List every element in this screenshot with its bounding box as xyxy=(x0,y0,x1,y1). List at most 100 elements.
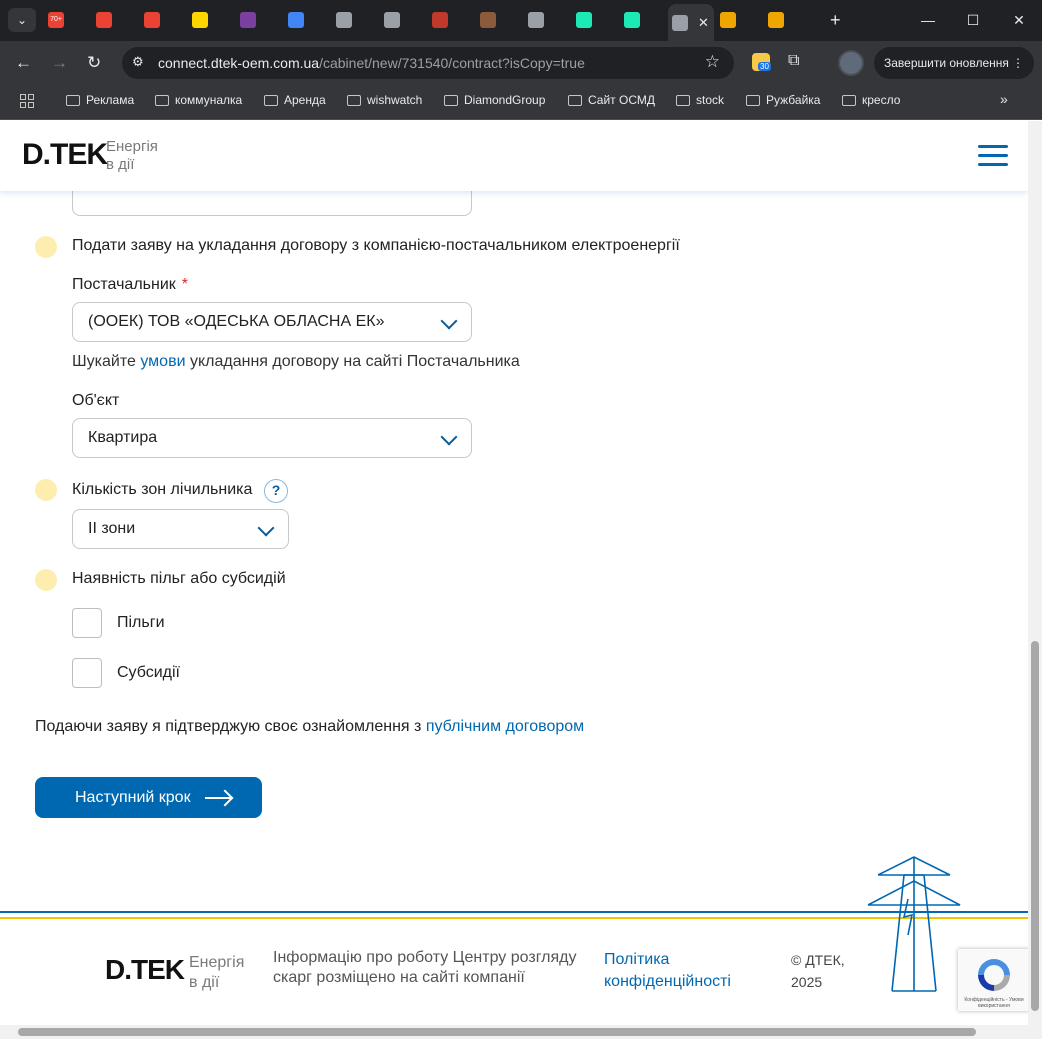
browser-tab[interactable]: ✕ xyxy=(668,4,714,41)
zones-label: Кількість зон лічильника xyxy=(72,481,253,498)
browser-tab-bar: ⌄ 70+ ✕ + — ☐ ✕ xyxy=(0,0,1042,41)
update-button[interactable]: Завершити оновлення ⋮ xyxy=(874,47,1034,79)
menu-dots-icon[interactable]: ⋮ xyxy=(1012,47,1024,79)
bookmark-folder[interactable]: wishwatch xyxy=(347,93,422,107)
object-select[interactable]: Квартира xyxy=(72,418,472,458)
step-marker xyxy=(35,236,57,258)
privacy-line2: конфіденційності xyxy=(604,973,731,990)
extension-icon[interactable]: 30 xyxy=(752,53,771,71)
tab-search-button[interactable]: ⌄ xyxy=(8,8,36,32)
terms-prefix: Шукайте xyxy=(72,353,136,370)
browser-tab[interactable] xyxy=(620,8,666,32)
bookmark-folder[interactable]: Ружбайка xyxy=(746,93,820,107)
step-marker xyxy=(35,569,57,591)
maximize-button[interactable]: ☐ xyxy=(950,0,996,41)
bookmark-folder[interactable]: кресло xyxy=(842,93,900,107)
arrow-right-icon xyxy=(204,796,231,799)
next-step-button[interactable]: Наступний крок xyxy=(35,777,262,818)
browser-tab[interactable] xyxy=(284,8,330,32)
forward-icon[interactable]: → xyxy=(51,53,68,73)
footer-tagline-line2: в дії xyxy=(189,974,220,991)
address-bar[interactable]: ⚙ connect.dtek-oem.com.ua/cabinet/new/73… xyxy=(122,47,734,79)
agreement-text: Подаючи заяву я підтверджую своє ознайом… xyxy=(35,718,584,736)
object-label: Об'єкт xyxy=(72,392,120,409)
tab-favicon-icon: 70+ xyxy=(48,12,64,28)
browser-tab[interactable] xyxy=(92,8,138,32)
bookmark-label: stock xyxy=(696,93,725,107)
supplier-select[interactable]: (ООЕК) ТОВ «ОДЕСЬКА ОБЛАСНА ЕК» xyxy=(72,302,472,342)
close-tab-icon[interactable]: ✕ xyxy=(698,15,709,31)
browser-tab[interactable] xyxy=(524,8,570,32)
extensions-puzzle-icon[interactable]: ⧉ xyxy=(788,52,799,70)
benefit-checkbox-label[interactable]: Пільги xyxy=(117,614,165,632)
terms-link[interactable]: умови xyxy=(140,353,185,370)
close-window-button[interactable]: ✕ xyxy=(996,0,1042,41)
browser-tab[interactable] xyxy=(428,8,474,32)
copyright-line1: © ДТЕК, xyxy=(791,952,845,968)
browser-tab[interactable] xyxy=(476,8,522,32)
bookmark-folder[interactable]: Аренда xyxy=(264,93,326,107)
subsidy-checkbox[interactable] xyxy=(72,658,102,688)
subsidy-checkbox-label[interactable]: Субсидії xyxy=(117,664,180,682)
browser-tab[interactable] xyxy=(140,8,186,32)
browser-tab[interactable] xyxy=(764,8,810,32)
tab-favicon-icon xyxy=(288,12,304,28)
browser-tab[interactable] xyxy=(716,8,762,32)
bookmark-folder[interactable]: Сайт ОСМД xyxy=(568,93,655,107)
vertical-scroll-thumb[interactable] xyxy=(1031,641,1039,1011)
bookmarks-overflow-icon[interactable]: » xyxy=(1000,91,1008,107)
recaptcha-icon xyxy=(978,959,1010,991)
bookmark-folder[interactable]: коммуналка xyxy=(155,93,242,107)
browser-tab[interactable] xyxy=(572,8,618,32)
bookmark-label: Сайт ОСМД xyxy=(588,93,655,107)
browser-tab[interactable] xyxy=(188,8,234,32)
bookmark-star-icon[interactable]: ☆ xyxy=(705,52,720,72)
minimize-button[interactable]: — xyxy=(905,0,951,41)
tab-favicon-icon xyxy=(144,12,160,28)
folder-icon xyxy=(746,94,760,106)
folder-icon xyxy=(347,94,361,106)
required-asterisk: * xyxy=(181,276,189,293)
bookmark-folder[interactable]: stock xyxy=(676,93,724,107)
supplier-label: Постачальник * xyxy=(72,276,188,294)
next-step-button-label: Наступний крок xyxy=(75,788,191,806)
vertical-scrollbar[interactable] xyxy=(1028,121,1042,1025)
site-info-icon[interactable]: ⚙ xyxy=(132,54,144,70)
help-icon[interactable]: ? xyxy=(264,479,288,503)
apps-grid-icon[interactable] xyxy=(20,94,34,108)
recaptcha-text: Конфіденційність - Умови використання xyxy=(964,997,1024,1009)
public-contract-link[interactable]: публічним договором xyxy=(426,718,584,735)
benefits-label: Наявність пільг або субсидій xyxy=(72,570,286,587)
bookmark-folder[interactable]: DiamondGroup xyxy=(444,93,545,107)
zones-select-value: ІІ зони xyxy=(88,520,136,537)
privacy-line1: Політика xyxy=(604,951,670,968)
complaints-info-line2: скарг розміщено на сайті компанії xyxy=(273,969,525,986)
browser-tab[interactable]: 70+ xyxy=(44,8,90,32)
bookmark-label: Реклама xyxy=(86,93,135,107)
profile-avatar[interactable] xyxy=(838,50,864,76)
browser-tab[interactable] xyxy=(236,8,282,32)
chevron-down-icon xyxy=(440,428,458,446)
browser-tab[interactable] xyxy=(380,8,426,32)
dtek-logo[interactable]: D.TEK xyxy=(22,138,108,172)
footer-logo-tagline: Енергія в дії xyxy=(189,953,244,993)
recaptcha-badge[interactable]: Конфіденційність - Умови використання xyxy=(958,949,1028,1011)
bookmark-folder[interactable]: Реклама xyxy=(66,93,134,107)
footer-dtek-logo[interactable]: D.TEK xyxy=(105,954,185,986)
new-tab-button[interactable]: + xyxy=(830,10,841,31)
tab-favicon-icon xyxy=(432,12,448,28)
folder-icon xyxy=(676,94,690,106)
tab-favicon-icon xyxy=(624,12,640,28)
back-icon[interactable]: ← xyxy=(15,53,32,73)
zones-select[interactable]: ІІ зони xyxy=(72,509,289,549)
terms-suffix: укладання договору на сайті Постачальник… xyxy=(189,353,520,370)
hamburger-menu-icon[interactable] xyxy=(978,145,1008,167)
update-button-label: Завершити оновлення xyxy=(884,56,1009,70)
horizontal-scrollbar[interactable] xyxy=(0,1025,1042,1039)
reload-icon[interactable]: ↻ xyxy=(87,53,101,73)
horizontal-scroll-thumb[interactable] xyxy=(18,1028,976,1036)
benefit-checkbox[interactable] xyxy=(72,608,102,638)
tab-favicon-icon xyxy=(240,12,256,28)
privacy-policy-link[interactable]: Політика конфіденційності xyxy=(604,949,731,993)
browser-tab[interactable] xyxy=(332,8,378,32)
